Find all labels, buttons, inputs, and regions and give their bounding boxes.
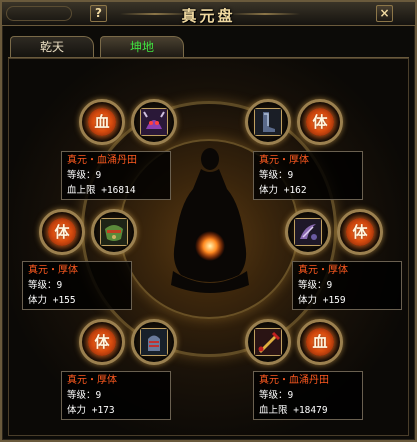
meditating-figure-icon <box>171 148 249 293</box>
slot-level: 等级：9 <box>67 390 102 401</box>
demon-helmet-icon <box>140 108 168 136</box>
purple-claw-icon <box>294 218 322 246</box>
slot-name: 真元・血涌丹田 <box>67 155 137 166</box>
body-rune-icon: 体 <box>346 218 374 246</box>
slot-info-1: 真元・血涌丹田 等级：9 血上限 +16814 <box>61 151 171 200</box>
title-bar[interactable]: ? 真元盘 × <box>2 2 415 26</box>
item-slot-2[interactable] <box>245 99 291 145</box>
item-slot-6[interactable] <box>245 319 291 365</box>
green-mask-icon <box>100 218 128 246</box>
slot-info-6: 真元・血涌丹田 等级：9 血上限 +18479 <box>253 371 363 420</box>
zhenyuan-window: ? 真元盘 × 乾天 坤地 血 真元・血涌丹田 等级：9 血上限 +16814 … <box>0 0 417 442</box>
body-rune-icon: 体 <box>306 108 334 136</box>
rune-slot-1[interactable]: 血 <box>79 99 125 145</box>
slot-level: 等级：9 <box>28 280 63 291</box>
slot-name: 真元・厚体 <box>67 375 117 386</box>
slot-info-3: 真元・厚体 等级：9 体力 +155 <box>22 261 132 310</box>
item-slot-4[interactable] <box>285 209 331 255</box>
body-rune-icon: 体 <box>88 328 116 356</box>
zhenyuan-panel: 血 真元・血涌丹田 等级：9 血上限 +16814 体 真元・厚体 等级：9 体… <box>8 58 409 436</box>
rune-slot-4[interactable]: 体 <box>337 209 383 255</box>
slot-info-4: 真元・厚体 等级：9 体力 +159 <box>292 261 402 310</box>
rune-slot-5[interactable]: 体 <box>79 319 125 365</box>
slot-level: 等级：9 <box>298 280 333 291</box>
tab-kundi[interactable]: 坤地 <box>100 36 184 57</box>
tab-qiantian[interactable]: 乾天 <box>10 36 94 57</box>
slot-stat: 体力 +159 <box>298 295 346 306</box>
item-slot-3[interactable] <box>91 209 137 255</box>
slot-level: 等级：9 <box>67 170 102 181</box>
slot-stat: 体力 +155 <box>28 295 76 306</box>
slot-stat: 血上限 +18479 <box>259 405 328 416</box>
close-button[interactable]: × <box>376 5 393 22</box>
slot-stat: 血上限 +16814 <box>67 185 136 196</box>
slot-level: 等级：9 <box>259 170 294 181</box>
blood-rune-icon: 血 <box>88 108 116 136</box>
rune-slot-3[interactable]: 体 <box>39 209 85 255</box>
slot-name: 真元・血涌丹田 <box>259 375 329 386</box>
rune-slot-2[interactable]: 体 <box>297 99 343 145</box>
slot-name: 真元・厚体 <box>259 155 309 166</box>
gold-sword-icon <box>254 328 282 356</box>
window-title: 真元盘 <box>181 7 236 25</box>
body-rune-icon: 体 <box>48 218 76 246</box>
item-slot-1[interactable] <box>131 99 177 145</box>
blood-rune-icon: 血 <box>306 328 334 356</box>
rune-slot-6[interactable]: 血 <box>297 319 343 365</box>
title-ornament-right <box>230 13 300 15</box>
slot-level: 等级：9 <box>259 390 294 401</box>
boots-icon <box>254 108 282 136</box>
slot-info-2: 真元・厚体 等级：9 体力 +162 <box>253 151 363 200</box>
slot-name: 真元・厚体 <box>28 265 78 276</box>
gauntlet-icon <box>140 328 168 356</box>
item-slot-5[interactable] <box>131 319 177 365</box>
slot-stat: 体力 +173 <box>67 405 115 416</box>
slot-info-5: 真元・厚体 等级：9 体力 +173 <box>61 371 171 420</box>
slot-name: 真元・厚体 <box>298 265 348 276</box>
slot-stat: 体力 +162 <box>259 185 307 196</box>
